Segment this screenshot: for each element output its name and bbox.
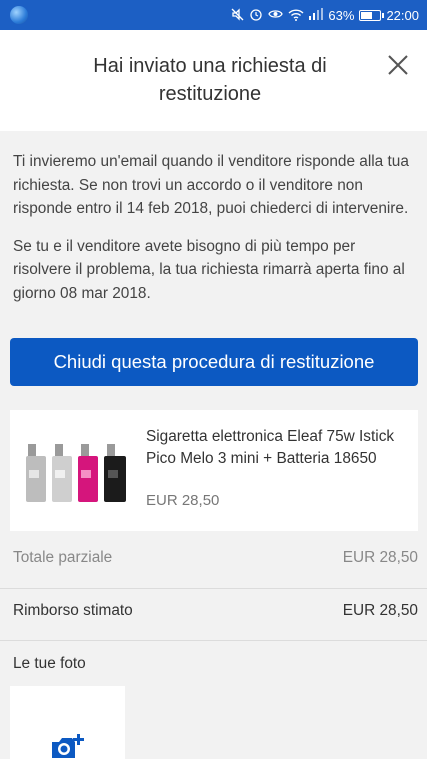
close-button[interactable] [383, 50, 413, 80]
eye-icon [268, 8, 284, 22]
item-thumbnail [26, 444, 126, 502]
page-title: Hai inviato una richiesta di restituzion… [93, 55, 327, 105]
photos-label: Le tue foto [13, 655, 86, 672]
battery-icon [359, 9, 385, 21]
mute-icon [231, 7, 244, 23]
subtotal-value: EUR 28,50 [342, 549, 418, 566]
refund-value: EUR 28,50 [342, 602, 418, 619]
alarm-icon [249, 7, 263, 23]
app-globe-icon [10, 6, 28, 24]
page-header: Hai inviato una richiesta di restituzion… [0, 30, 427, 131]
info-text: Ti invieremo un'email quando il venditor… [13, 150, 417, 305]
item-card[interactable]: Sigaretta elettronica Eleaf 75w Istick P… [10, 410, 418, 531]
refund-label: Rimborso stimato [13, 602, 133, 619]
status-bar: 63% 22:00 [0, 0, 427, 30]
wifi-icon [288, 8, 304, 23]
battery-level [361, 11, 373, 19]
status-icons: 63% 22:00 [231, 7, 419, 23]
subtotal-label: Totale parziale [13, 549, 113, 566]
item-price: EUR 28,50 [146, 492, 220, 509]
subtotal-row: Totale parziale EUR 28,50 [13, 549, 418, 567]
divider [0, 588, 427, 589]
add-photo-camera-icon [52, 734, 84, 758]
info-paragraph-email: Ti invieremo un'email quando il venditor… [13, 153, 409, 217]
info-paragraph-deadline: Se tu e il venditore avete bisogno di pi… [13, 237, 405, 302]
clock: 22:00 [386, 7, 419, 23]
add-photo-button[interactable] [10, 686, 125, 759]
battery-percent: 63% [328, 7, 355, 23]
close-return-button[interactable]: Chiudi questa procedura di restituzione [10, 338, 418, 386]
divider [0, 640, 427, 641]
refund-row: Rimborso stimato EUR 28,50 [13, 602, 418, 620]
item-title[interactable]: Sigaretta elettronica Eleaf 75w Istick P… [146, 426, 406, 469]
close-icon [388, 55, 408, 75]
signal-icon [309, 8, 324, 22]
